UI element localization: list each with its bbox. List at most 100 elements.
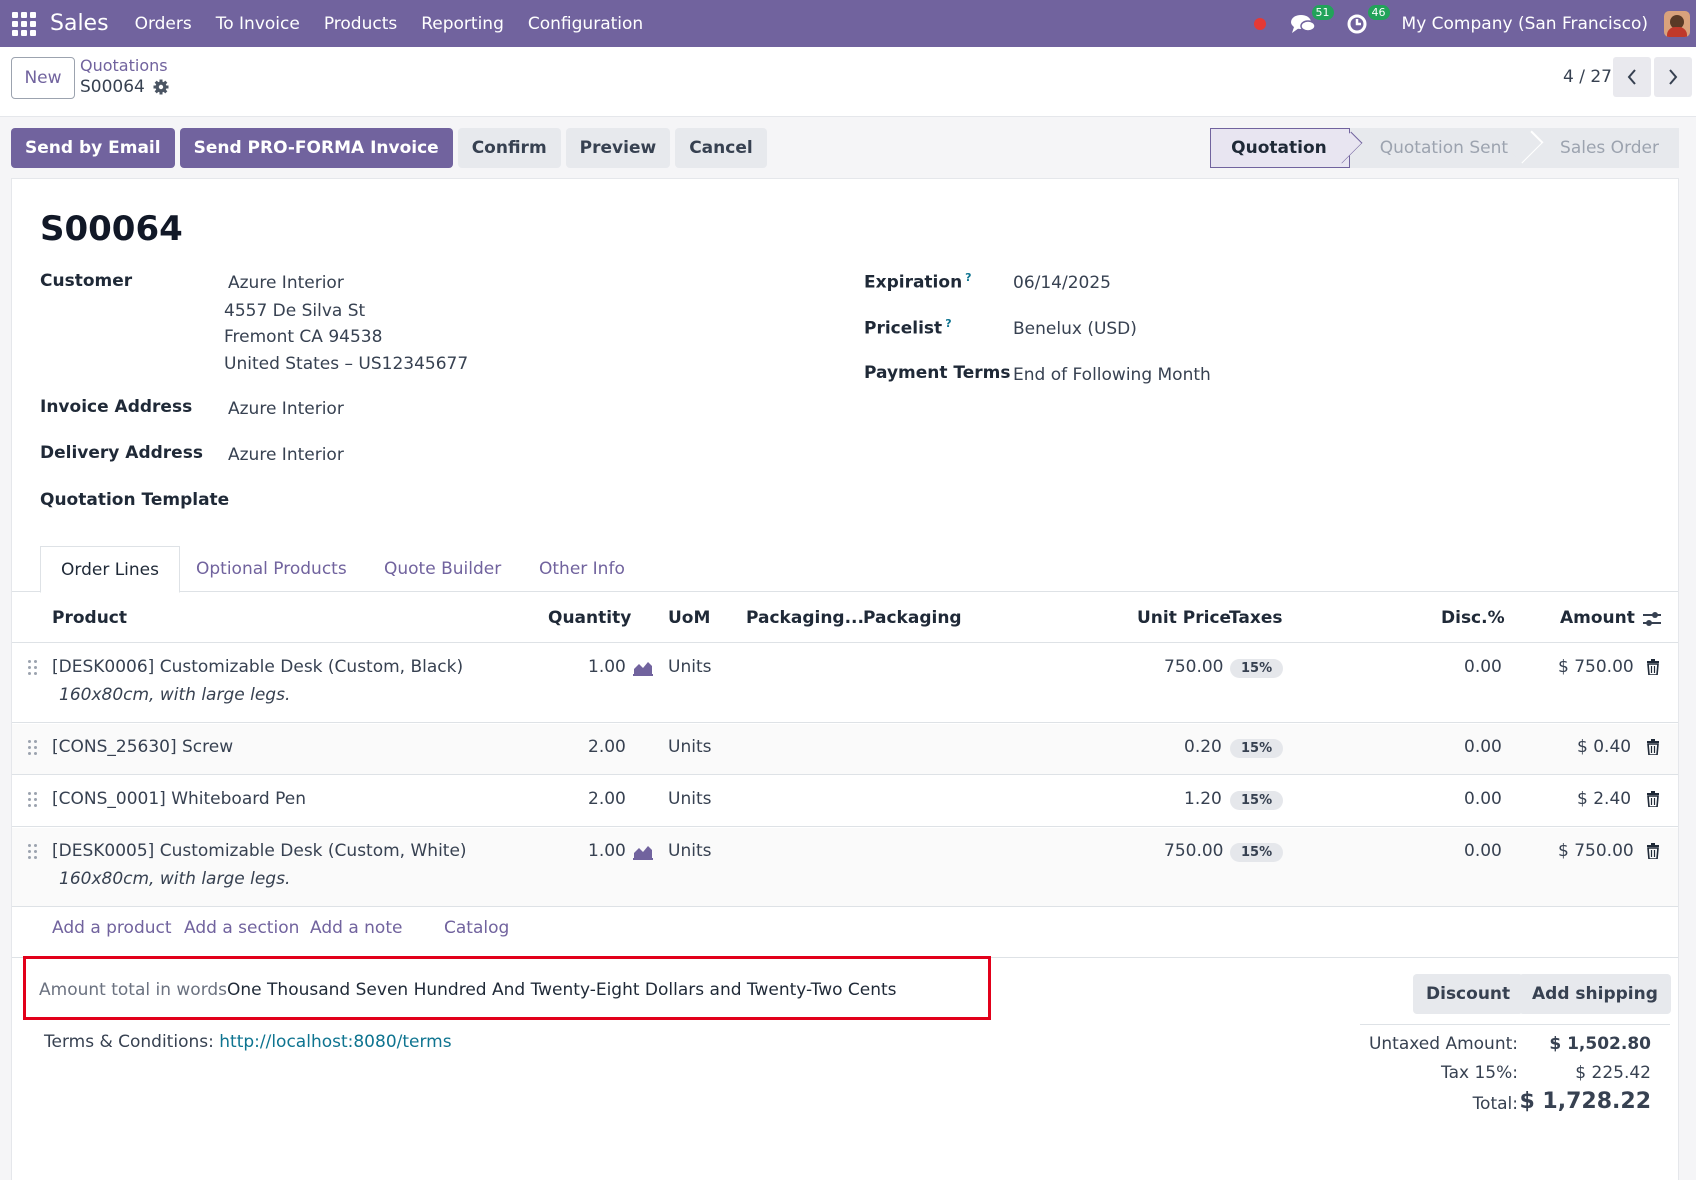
- apps-menu-icon[interactable]: [12, 11, 36, 36]
- row-quantity[interactable]: 1.00: [588, 657, 626, 677]
- trash-icon[interactable]: [1646, 791, 1660, 807]
- tab-order-lines[interactable]: Order Lines: [40, 546, 180, 593]
- forecast-chart-icon[interactable]: [633, 844, 653, 860]
- table-row[interactable]: [DESK0005] Customizable Desk (Custom, Wh…: [12, 828, 1678, 907]
- trash-icon[interactable]: [1646, 843, 1660, 859]
- col-unit-price[interactable]: Unit Price: [1137, 608, 1231, 628]
- table-row[interactable]: [CONS_0001] Whiteboard Pen 2.00 Units 1.…: [12, 776, 1678, 827]
- add-note-link[interactable]: Add a note: [310, 918, 402, 938]
- send-by-email-button[interactable]: Send by Email: [11, 128, 175, 168]
- add-section-link[interactable]: Add a section: [184, 918, 299, 938]
- terms-link[interactable]: http://localhost:8080/terms: [219, 1032, 451, 1052]
- pager-value[interactable]: 4 / 27: [1563, 67, 1612, 87]
- row-product[interactable]: [CONS_25630] Screw: [52, 737, 233, 757]
- col-uom[interactable]: UoM: [668, 608, 710, 628]
- cancel-button[interactable]: Cancel: [675, 128, 767, 168]
- pricelist-field[interactable]: Benelux (USD): [1013, 319, 1137, 339]
- confirm-button[interactable]: Confirm: [457, 128, 561, 168]
- row-discount[interactable]: 0.00: [1464, 841, 1502, 861]
- new-button[interactable]: New: [11, 57, 75, 99]
- totals-divider: [1360, 1024, 1670, 1025]
- forecast-chart-icon[interactable]: [633, 660, 653, 676]
- add-product-link[interactable]: Add a product: [52, 918, 172, 938]
- discount-button[interactable]: Discount: [1413, 974, 1524, 1014]
- table-row[interactable]: [CONS_25630] Screw 2.00 Units 0.20 15% 0…: [12, 724, 1678, 775]
- stage-sales-order[interactable]: Sales Order: [1530, 128, 1679, 168]
- drag-handle-icon[interactable]: [28, 660, 38, 676]
- expiration-field[interactable]: 06/14/2025: [1013, 273, 1111, 293]
- stage-quotation[interactable]: Quotation: [1210, 128, 1350, 168]
- row-quantity[interactable]: 1.00: [588, 841, 626, 861]
- delivery-address-field[interactable]: Azure Interior: [228, 445, 344, 465]
- user-avatar[interactable]: [1664, 10, 1690, 37]
- trash-icon[interactable]: [1646, 659, 1660, 675]
- trash-icon[interactable]: [1646, 739, 1660, 755]
- order-title: S00064: [40, 209, 183, 249]
- pricelist-help-icon[interactable]: ?: [945, 317, 951, 330]
- col-amount[interactable]: Amount: [1560, 608, 1635, 628]
- col-taxes[interactable]: Taxes: [1229, 608, 1283, 628]
- row-product[interactable]: [DESK0006] Customizable Desk (Custom, Bl…: [52, 657, 463, 677]
- menu-reporting[interactable]: Reporting: [409, 14, 516, 34]
- pager-next-button[interactable]: [1654, 57, 1692, 97]
- pager-previous-button[interactable]: [1613, 57, 1651, 97]
- catalog-link[interactable]: Catalog: [444, 918, 509, 938]
- drag-handle-icon[interactable]: [28, 792, 38, 808]
- col-quantity[interactable]: Quantity: [548, 608, 631, 628]
- breadcrumb-quotations[interactable]: Quotations: [80, 56, 168, 75]
- messages-icon[interactable]: 51: [1290, 4, 1334, 35]
- col-discount[interactable]: Disc.%: [1441, 608, 1505, 628]
- status-dot-icon[interactable]: [1253, 17, 1266, 30]
- action-buttons: Send by Email Send PRO-FORMA Invoice Con…: [11, 128, 767, 168]
- row-product[interactable]: [CONS_0001] Whiteboard Pen: [52, 789, 306, 809]
- row-tax-badge[interactable]: 15%: [1230, 843, 1284, 862]
- activities-icon[interactable]: 46: [1346, 4, 1390, 35]
- add-line-controls: Add a product Add a section Add a note C…: [12, 908, 1678, 958]
- tab-other-info[interactable]: Other Info: [539, 546, 625, 592]
- row-tax-badge[interactable]: 15%: [1230, 659, 1284, 678]
- row-unit-price[interactable]: 0.20: [1184, 737, 1222, 757]
- preview-button[interactable]: Preview: [565, 128, 671, 168]
- row-uom[interactable]: Units: [668, 657, 711, 677]
- drag-handle-icon[interactable]: [28, 844, 38, 860]
- company-switcher[interactable]: My Company (San Francisco): [1402, 14, 1648, 34]
- menu-products[interactable]: Products: [312, 14, 409, 34]
- row-uom[interactable]: Units: [668, 789, 711, 809]
- expiration-help-icon[interactable]: ?: [965, 271, 971, 284]
- customer-field[interactable]: Azure Interior: [228, 273, 344, 293]
- row-unit-price[interactable]: 750.00: [1164, 841, 1223, 861]
- amount-in-words: Amount total in wordsOne Thousand Seven …: [39, 980, 897, 1000]
- payment-terms-label: Payment Terms: [864, 363, 1011, 383]
- table-row[interactable]: [DESK0006] Customizable Desk (Custom, Bl…: [12, 644, 1678, 723]
- payment-terms-field[interactable]: End of Following Month: [1013, 365, 1211, 385]
- row-uom[interactable]: Units: [668, 737, 711, 757]
- row-tax-badge[interactable]: 15%: [1230, 791, 1284, 810]
- row-quantity[interactable]: 2.00: [588, 789, 626, 809]
- row-discount[interactable]: 0.00: [1464, 657, 1502, 677]
- row-uom[interactable]: Units: [668, 841, 711, 861]
- row-product[interactable]: [DESK0005] Customizable Desk (Custom, Wh…: [52, 841, 467, 861]
- menu-configuration[interactable]: Configuration: [516, 14, 655, 34]
- optional-columns-icon[interactable]: [1642, 610, 1662, 628]
- row-tax-badge[interactable]: 15%: [1230, 739, 1284, 758]
- stage-quotation-sent[interactable]: Quotation Sent: [1349, 128, 1531, 168]
- col-packaging[interactable]: Packaging: [863, 608, 962, 628]
- drag-handle-icon[interactable]: [28, 740, 38, 756]
- add-shipping-button[interactable]: Add shipping: [1519, 974, 1671, 1014]
- gear-icon[interactable]: [153, 79, 169, 95]
- menu-orders[interactable]: Orders: [123, 14, 204, 34]
- tab-optional-products[interactable]: Optional Products: [196, 546, 347, 592]
- row-discount[interactable]: 0.00: [1464, 737, 1502, 757]
- col-product[interactable]: Product: [52, 608, 127, 628]
- row-unit-price[interactable]: 750.00: [1164, 657, 1223, 677]
- invoice-address-field[interactable]: Azure Interior: [228, 399, 344, 419]
- send-proforma-button[interactable]: Send PRO-FORMA Invoice: [179, 128, 453, 168]
- navbar-systray: 51 46 My Company (San Francisco): [1253, 0, 1696, 47]
- row-unit-price[interactable]: 1.20: [1184, 789, 1222, 809]
- tab-quote-builder[interactable]: Quote Builder: [384, 546, 501, 592]
- col-packaging-qty[interactable]: Packaging...: [746, 608, 864, 628]
- row-discount[interactable]: 0.00: [1464, 789, 1502, 809]
- app-name[interactable]: Sales: [50, 11, 109, 36]
- menu-to-invoice[interactable]: To Invoice: [204, 14, 312, 34]
- row-quantity[interactable]: 2.00: [588, 737, 626, 757]
